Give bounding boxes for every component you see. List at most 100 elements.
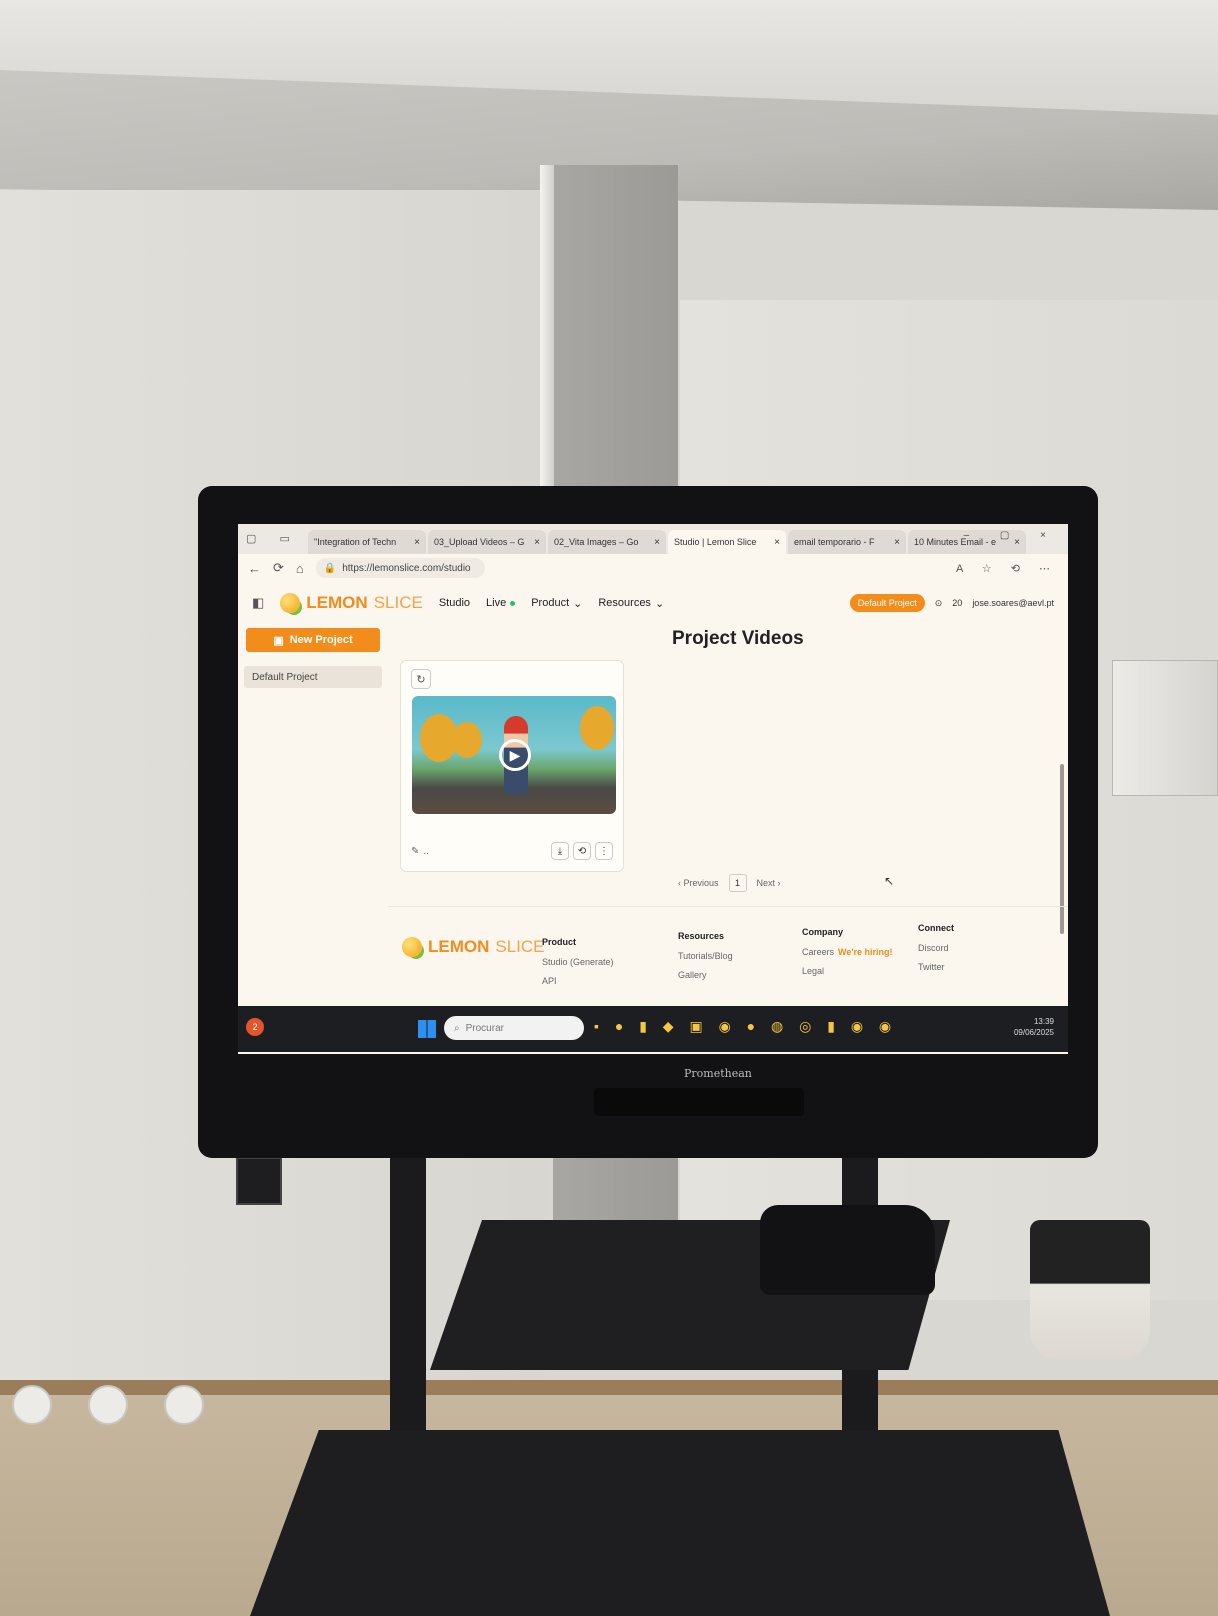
nav-studio[interactable]: Studio: [439, 597, 470, 609]
footer-col-connect: Connect Discord Twitter: [918, 923, 954, 981]
logo-text-light: SLICE: [495, 937, 545, 956]
download-icon[interactable]: ⤓: [551, 842, 569, 860]
live-indicator: [510, 600, 516, 606]
logo-text: LEMON: [428, 937, 490, 956]
play-icon[interactable]: ▶: [499, 739, 531, 771]
url-field[interactable]: 🔒 https://lemonslice.com/studio: [315, 558, 485, 578]
reload-icon[interactable]: ⟳: [273, 560, 284, 576]
project-selector[interactable]: Default Project: [849, 594, 925, 612]
browser-tab[interactable]: 03_Upload Videos – G ×: [428, 530, 546, 554]
card-actions: ✎ .. ⤓ ⟲ ⋮: [411, 841, 613, 861]
tab-label: email temporario - F: [794, 537, 875, 547]
wall-cabinet: [1112, 660, 1218, 796]
footer-logo[interactable]: LEMON SLICE: [402, 937, 545, 957]
footer-heading: Connect: [918, 923, 954, 933]
tab-actions-icon[interactable]: ▢ ▭: [246, 532, 300, 545]
monitor-brand: Promethean: [684, 1067, 752, 1080]
lock-icon: 🔒: [323, 562, 337, 574]
footer-col-resources: Resources Tutorials/Blog Gallery: [678, 931, 733, 989]
page-number[interactable]: 1: [728, 874, 747, 892]
browser-tab-active[interactable]: Studio | Lemon Slice ×: [668, 530, 786, 554]
thumbnail-tree: [580, 706, 614, 750]
close-icon[interactable]: ×: [534, 537, 540, 548]
footer-link[interactable]: Tutorials/Blog: [678, 951, 733, 961]
lemon-icon: [402, 937, 422, 957]
logo-text-light: SLICE: [373, 593, 423, 612]
lemon-icon: [280, 593, 301, 613]
footer-col-company: Company Careers We're hiring! Legal: [802, 927, 893, 985]
nav-live[interactable]: Live: [486, 597, 516, 609]
bag: [760, 1205, 935, 1295]
pagination: ‹ Previous 1 Next ›: [678, 874, 781, 892]
close-icon[interactable]: ×: [894, 537, 900, 548]
new-project-button[interactable]: ▣ New Project: [246, 628, 380, 652]
careers-label: Careers: [802, 947, 835, 957]
browser-toolbar-icons[interactable]: A ☆ ⟲ ⋯: [956, 562, 1058, 575]
pencil-icon[interactable]: ✎: [411, 846, 419, 857]
nav-resources-label: Resources: [598, 597, 651, 609]
notification-badge[interactable]: 2: [246, 1018, 264, 1036]
footer-heading: Resources: [678, 931, 725, 941]
credits-count: 20: [952, 598, 963, 608]
sidebar: ▣ New Project Default Project: [238, 624, 388, 1054]
nav-product[interactable]: Product ⌄: [531, 597, 582, 610]
monitor-camera-bar: [594, 1088, 804, 1116]
url-text: https://lemonslice.com/studio: [342, 562, 471, 574]
browser-tab-strip: ▢ ▭ "Integration of Techn × 03_Upload Vid…: [238, 524, 1068, 554]
back-icon[interactable]: ←: [248, 561, 261, 576]
nav-resources[interactable]: Resources ⌄: [598, 597, 664, 610]
tab-label: "Integration of Techn: [314, 537, 397, 547]
footer-col-product: Product Studio (Generate) API: [542, 937, 614, 995]
sidebar-item-default-project[interactable]: Default Project: [244, 666, 382, 688]
sidebar-toggle-icon[interactable]: ◧: [252, 595, 264, 611]
mouse-cursor-icon: ↖: [884, 874, 895, 888]
video-title: ..: [423, 845, 429, 857]
close-icon[interactable]: ×: [414, 537, 420, 548]
browser-tab[interactable]: "Integration of Techn ×: [308, 530, 426, 554]
new-project-label: New Project: [289, 634, 353, 646]
repeat-icon[interactable]: ⟲: [573, 842, 591, 860]
more-icon[interactable]: ⋮: [595, 842, 613, 860]
video-thumbnail[interactable]: ▶: [412, 696, 616, 814]
power-outlet: [164, 1385, 204, 1425]
home-icon[interactable]: ⌂: [296, 561, 304, 576]
footer-heading: Company: [802, 927, 844, 937]
account-email[interactable]: jose.soares@aevl.pt: [972, 598, 1054, 608]
next-page-button[interactable]: Next ›: [757, 878, 781, 888]
browser-tab[interactable]: 02_Vita Images – Go ×: [548, 530, 666, 554]
qr-card: [236, 1157, 282, 1205]
footer-link-careers[interactable]: Careers We're hiring!: [802, 947, 893, 957]
wall-pipe: [540, 165, 554, 525]
lemonslice-logo[interactable]: LEMON SLICE: [280, 593, 423, 613]
taskbar-search-placeholder: Procurar: [465, 1022, 504, 1034]
close-icon[interactable]: ×: [654, 537, 660, 548]
footer-link[interactable]: Discord: [918, 943, 954, 953]
footer-link[interactable]: Legal: [802, 966, 893, 976]
footer-heading: Product: [542, 937, 577, 947]
footer-link[interactable]: Studio (Generate): [542, 957, 614, 967]
power-outlet: [12, 1385, 52, 1425]
taskbar-search[interactable]: ⌕ Procurar: [444, 1016, 584, 1040]
hiring-badge: We're hiring!: [838, 947, 893, 957]
taskbar-app-icons[interactable]: ▪ ● ▮ ◆ ▣ ◉ ● ◍ ◎ ▮ ◉ ◉: [594, 1018, 897, 1035]
clock-date: 09/06/2025: [1013, 1028, 1054, 1037]
window-controls[interactable]: – ▢ ×: [964, 530, 1060, 541]
search-icon: ⌕: [454, 1022, 460, 1034]
credits-icon: ⊙: [934, 597, 943, 608]
previous-page-button[interactable]: ‹ Previous: [678, 878, 719, 888]
system-tray[interactable]: 13:39 09/06/2025: [1014, 1016, 1054, 1038]
nav-live-label: Live: [486, 597, 507, 609]
power-outlet: [88, 1385, 128, 1425]
refresh-icon[interactable]: ↻: [411, 669, 431, 689]
windows-start-icon[interactable]: [418, 1020, 436, 1038]
video-card[interactable]: ↻ ▶ ✎ .. ⤓ ⟲ ⋮: [400, 660, 624, 872]
footer-link[interactable]: Twitter: [918, 962, 954, 972]
footer-link[interactable]: Gallery: [678, 970, 733, 980]
windows-taskbar: 2 ⌕ Procurar ▪ ● ▮ ◆ ▣ ◉ ● ◍ ◎ ▮ ◉ ◉ 13:…: [238, 1006, 1068, 1052]
tab-label: 02_Vita Images – Go: [554, 537, 639, 547]
close-icon[interactable]: ×: [774, 537, 780, 548]
browser-tab[interactable]: email temporario - F ×: [788, 530, 906, 554]
footer-link[interactable]: API: [542, 976, 614, 986]
thumbnail-tree: [452, 722, 482, 758]
screen: ▢ ▭ "Integration of Techn × 03_Upload Vid…: [238, 524, 1068, 1054]
